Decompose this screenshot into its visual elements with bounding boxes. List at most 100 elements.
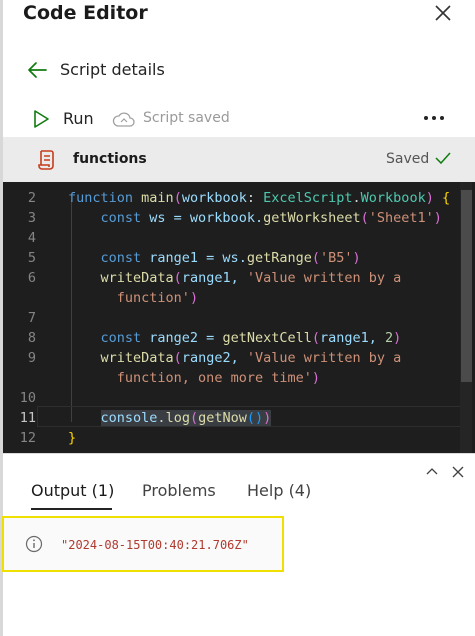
code-token: } [68, 430, 77, 446]
line-number: 3 [27, 210, 36, 226]
code-line: 10 [3, 388, 463, 408]
more-options-button[interactable] [422, 108, 446, 128]
code-token: ( [173, 190, 182, 206]
code-token: range2 = [141, 330, 223, 346]
file-name: functions [73, 151, 147, 167]
code-token: ) [311, 370, 320, 386]
code-token: ( [311, 250, 320, 266]
info-icon [25, 535, 43, 553]
code-token: { [441, 190, 451, 206]
code-token: range1, [319, 330, 386, 346]
code-token: ( [189, 410, 199, 426]
tab-help[interactable]: Help (4) [247, 481, 311, 500]
run-label: Run [63, 109, 94, 128]
code-token: ws = workbook. [141, 210, 264, 226]
cloud-sync-icon [112, 112, 135, 127]
code-token: 'Value written by a [246, 350, 402, 366]
code-token: function [68, 190, 134, 206]
code-token: ( [360, 210, 369, 226]
code-line: 12 } [3, 428, 463, 448]
code-line: 6 writeData(range1, 'Value written by a [3, 268, 463, 288]
file-header: functions Saved [3, 137, 475, 182]
code-token: ) [393, 330, 402, 346]
line-number: 10 [19, 390, 36, 406]
code-token: getNow [198, 410, 247, 426]
code-token: : [246, 190, 264, 206]
script-saved-status: Script saved [112, 108, 252, 132]
code-token: ( [173, 270, 182, 286]
code-token: ) [352, 250, 361, 266]
code-token: () [246, 410, 264, 426]
code-token: writeData [100, 270, 174, 286]
code-token: 'Value written by a [246, 270, 402, 286]
chevron-up-icon[interactable] [424, 464, 440, 480]
code-token: const [100, 210, 142, 226]
code-line: 5 const range1 = ws.getRange('B5') [3, 248, 463, 268]
code-token: ( [311, 330, 320, 346]
script-file-icon [38, 150, 54, 170]
line-number: 12 [19, 430, 36, 446]
close-icon[interactable] [450, 464, 466, 480]
code-token: log [165, 410, 190, 426]
editor-scrollbar-thumb[interactable] [461, 190, 472, 382]
pane-title: Code Editor [23, 2, 148, 24]
script-saved-label: Script saved [143, 110, 230, 126]
title-bar: Code Editor [20, 0, 475, 34]
output-entry: "2024-08-15T00:40:21.706Z" [2, 516, 284, 572]
code-token: ) [263, 410, 272, 426]
code-editor[interactable]: 2 function main(workbook: ExcelScript.Wo… [3, 182, 475, 453]
line-number: 9 [27, 350, 36, 366]
code-token: range2, [181, 350, 247, 366]
code-token: ( [173, 350, 182, 366]
code-line-wrap: function, one more time') [3, 368, 463, 388]
code-token: getWorksheet [263, 210, 361, 226]
line-number: 5 [27, 250, 36, 266]
code-token: getRange [246, 250, 312, 266]
panel-controls [424, 462, 469, 482]
code-line: 2 function main(workbook: ExcelScript.Wo… [3, 188, 463, 208]
more-horizontal-icon [424, 116, 444, 120]
code-line-wrap: function') [3, 288, 463, 308]
code-token: . [157, 410, 166, 426]
code-token: 'Sheet1' [368, 210, 434, 226]
code-token: ExcelScript [263, 190, 353, 206]
code-line: 4 [3, 228, 463, 248]
tab-output[interactable]: Output (1) [31, 481, 114, 500]
file-saved-status: Saved [386, 151, 430, 167]
tab-output-underline [31, 508, 112, 510]
script-details-link[interactable]: Script details [26, 58, 326, 84]
code-token: function, one more time' [116, 370, 312, 386]
code-line: 9 writeData(range2, 'Value written by a [3, 348, 463, 368]
script-details-label: Script details [60, 60, 165, 79]
code-token: workbook [181, 190, 247, 206]
run-button[interactable]: Run [30, 106, 100, 132]
line-number: 11 [19, 410, 36, 426]
code-token: getNextCell [222, 330, 312, 346]
selected-text: console.log(getNow()) [100, 410, 272, 426]
code-token: const [100, 250, 142, 266]
output-log-text: "2024-08-15T00:40:21.706Z" [61, 538, 249, 552]
code-token: range1, [181, 270, 247, 286]
code-line: 8 const range2 = getNextCell(range1, 2) [3, 328, 463, 348]
play-icon [34, 110, 49, 128]
code-token: range1 = ws. [141, 250, 247, 266]
code-token: const [100, 330, 142, 346]
line-number: 7 [27, 310, 36, 326]
checkmark-icon [435, 152, 451, 165]
code-token: ) [189, 290, 199, 306]
code-token: . [352, 190, 361, 206]
code-line: 7 [3, 308, 463, 328]
close-icon[interactable] [432, 2, 454, 24]
tab-problems[interactable]: Problems [142, 481, 216, 500]
code-token: main [141, 190, 174, 206]
arrow-left-icon [28, 62, 47, 78]
code-token: 2 [385, 330, 394, 346]
code-token: function' [116, 290, 190, 306]
code-token: writeData [100, 350, 174, 366]
code-token: ) [425, 190, 442, 206]
line-number: 4 [27, 230, 36, 246]
code-token: 'B5' [320, 250, 353, 266]
code-line-active: 11 console.log(getNow()) [3, 408, 463, 428]
line-number: 2 [27, 190, 36, 206]
line-number: 8 [27, 330, 36, 346]
